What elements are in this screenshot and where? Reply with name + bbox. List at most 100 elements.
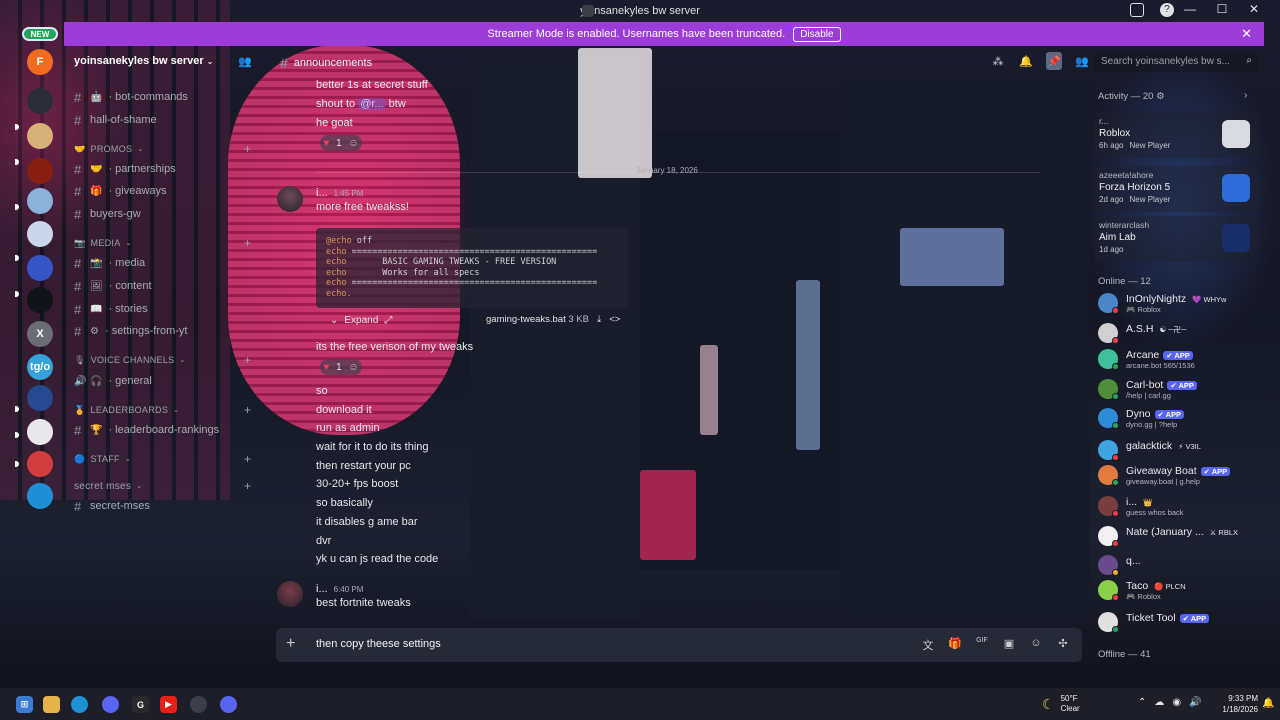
- attachment-name[interactable]: gaming-tweaks.bat: [486, 314, 566, 325]
- wifi-icon[interactable]: ◉: [1172, 697, 1181, 708]
- gif-icon[interactable]: GIF: [975, 637, 989, 653]
- text-channel[interactable]: # 🎁 · giveaways: [74, 183, 167, 199]
- reaction-chip[interactable]: ♥ 1 ☺: [320, 359, 362, 375]
- channel-category[interactable]: 🤝 PROMOS ⌄ +: [74, 142, 251, 156]
- steam-icon[interactable]: [190, 696, 207, 713]
- server-icon[interactable]: [27, 419, 53, 445]
- server-icon[interactable]: [27, 385, 53, 411]
- chevron-right-icon[interactable]: ›: [1244, 90, 1247, 101]
- sticker-icon[interactable]: ▣: [1002, 637, 1016, 653]
- expand-button[interactable]: ⌄ Expand ⤢: [330, 315, 392, 326]
- message-composer[interactable]: + then copy theese settings 文 🎁 GIF ▣ ☺ ✣: [276, 628, 1082, 662]
- apps-icon[interactable]: ✣: [1056, 637, 1070, 653]
- server-icon[interactable]: [27, 255, 53, 281]
- channel-category[interactable]: 🎙 VOICE CHANNELS ⌄ +: [74, 353, 251, 367]
- reaction-chip[interactable]: ♥ 1 ☺: [320, 135, 362, 151]
- text-channel[interactable]: # 🏆 · leaderboard-rankings: [74, 422, 219, 438]
- gear-icon[interactable]: ⚙: [1156, 91, 1165, 102]
- onedrive-icon[interactable]: ☁: [1154, 697, 1164, 708]
- pin-icon[interactable]: 📌: [1046, 52, 1062, 70]
- server-icon[interactable]: [27, 287, 53, 313]
- user-avatar[interactable]: [277, 581, 303, 607]
- add-channel-icon[interactable]: +: [244, 403, 251, 417]
- upload-plus-icon[interactable]: +: [286, 635, 295, 653]
- user-avatar[interactable]: [277, 186, 303, 212]
- add-channel-icon[interactable]: +: [244, 479, 251, 493]
- member-row[interactable]: galacktick ⚡ V3IL: [1098, 440, 1260, 462]
- disable-streamer-mode-button[interactable]: Disable: [793, 26, 841, 42]
- member-list-icon[interactable]: 👥: [1074, 52, 1090, 70]
- open-external-icon[interactable]: ⤢: [384, 315, 392, 326]
- add-reaction-icon[interactable]: ☺: [348, 362, 358, 373]
- text-channel[interactable]: # secret-mses: [74, 498, 150, 514]
- author-name[interactable]: i...: [316, 583, 328, 595]
- member-row[interactable]: A.S.H ☯ ─卍─: [1098, 323, 1260, 345]
- member-row[interactable]: Giveaway Boat ✔ APP giveaway.boat | g.help: [1098, 465, 1260, 487]
- text-channel[interactable]: # 📖 · stories: [74, 301, 148, 317]
- text-channel[interactable]: # hall-of-shame: [74, 112, 157, 128]
- activity-card[interactable]: winterarclash Aim Lab 1d ago: [1094, 216, 1258, 262]
- author-name[interactable]: i...: [316, 187, 328, 199]
- channel-category[interactable]: 📷 MEDIA ⌄ +: [74, 236, 251, 250]
- member-row[interactable]: i... 👑 guess whos back: [1098, 496, 1260, 518]
- add-channel-icon[interactable]: +: [244, 142, 251, 156]
- text-channel[interactable]: # ⚙ · settings-from-yt: [74, 323, 187, 339]
- add-channel-icon[interactable]: +: [244, 452, 251, 466]
- app-icon[interactable]: G: [132, 696, 149, 713]
- chevron-up-icon[interactable]: ⌃: [1138, 697, 1146, 708]
- discord-icon[interactable]: [102, 696, 119, 713]
- gift-icon[interactable]: 🎁: [948, 637, 962, 653]
- clock[interactable]: 9:33 PM 1/18/2026: [1212, 693, 1258, 715]
- maximize-button[interactable]: ☐: [1206, 2, 1238, 16]
- text-channel[interactable]: # 🖼 · content: [74, 278, 152, 294]
- banner-close-icon[interactable]: ✕: [1241, 26, 1252, 42]
- server-icon[interactable]: [27, 483, 53, 509]
- server-icon[interactable]: X: [27, 321, 53, 347]
- member-row[interactable]: Carl-bot ✔ APP/help | carl.gg: [1098, 379, 1260, 401]
- message-input[interactable]: then copy theese settings: [316, 638, 441, 650]
- server-icon[interactable]: F: [27, 49, 53, 75]
- channel-category[interactable]: 🏅 LEADERBOARDS ⌄ +: [74, 403, 251, 417]
- code-view-icon[interactable]: <>: [609, 314, 620, 325]
- file-explorer-icon[interactable]: [43, 696, 60, 713]
- add-channel-icon[interactable]: +: [244, 353, 251, 367]
- discord-icon[interactable]: [220, 696, 237, 713]
- notification-bell-icon[interactable]: 🔔: [1018, 52, 1034, 70]
- text-channel[interactable]: # 🤖 · bot-commands: [74, 89, 188, 105]
- server-icon[interactable]: [27, 88, 53, 114]
- channel-category[interactable]: secret mses ⌄ +: [74, 479, 251, 493]
- text-channel[interactable]: # 🤝 · partnerships: [74, 161, 176, 177]
- user-mention[interactable]: @r...: [358, 98, 386, 110]
- channel-category[interactable]: 🔵 STAFF ⌄ +: [74, 452, 251, 466]
- text-channel[interactable]: # buyers-gw: [74, 206, 141, 222]
- member-row[interactable]: Taco 🔴 PLCN 🎮 Roblox: [1098, 580, 1260, 602]
- activity-card[interactable]: azeeeta!ahore Forza Horizon 5 2d ago New Pl…: [1094, 166, 1258, 212]
- activity-card[interactable]: r... Roblox 6h ago New Player: [1094, 112, 1258, 158]
- member-row[interactable]: Ticket Tool ✔ APP: [1098, 612, 1260, 634]
- close-window-button[interactable]: ✕: [1238, 2, 1270, 16]
- server-icon[interactable]: [27, 158, 53, 184]
- server-name-header[interactable]: yoinsanekyles bw server ⌄: [74, 55, 213, 67]
- add-channel-icon[interactable]: +: [244, 236, 251, 250]
- weather-widget[interactable]: ☾ 50°F Clear: [1042, 694, 1080, 714]
- member-row[interactable]: Nate (January ... ⚔ RBLX: [1098, 526, 1260, 548]
- add-member-icon[interactable]: 👥: [238, 55, 252, 68]
- add-reaction-icon[interactable]: ☺: [348, 138, 358, 149]
- member-row[interactable]: q...: [1098, 555, 1260, 577]
- server-icon[interactable]: [27, 123, 53, 149]
- download-icon[interactable]: ⤓: [597, 314, 601, 325]
- threads-icon[interactable]: ⁂: [990, 52, 1006, 70]
- minimize-button[interactable]: —: [1174, 2, 1206, 16]
- voice-channel[interactable]: 🔊 🎧 · general: [74, 373, 152, 389]
- volume-icon[interactable]: 🔊: [1189, 697, 1201, 708]
- help-icon[interactable]: ?: [1160, 3, 1174, 17]
- server-icon[interactable]: tg/o: [27, 354, 53, 380]
- search-input[interactable]: Search yoinsanekyles bw s... ⌕: [1094, 52, 1258, 72]
- server-icon[interactable]: [27, 188, 53, 214]
- server-icon[interactable]: [27, 451, 53, 477]
- translate-icon[interactable]: 文: [921, 637, 935, 653]
- text-channel[interactable]: # 📸 · media: [74, 255, 145, 271]
- member-row[interactable]: Arcane ✔ APP arcane.bot 565/1536: [1098, 349, 1260, 371]
- server-icon[interactable]: [27, 221, 53, 247]
- emoji-icon[interactable]: ☺: [1029, 637, 1043, 653]
